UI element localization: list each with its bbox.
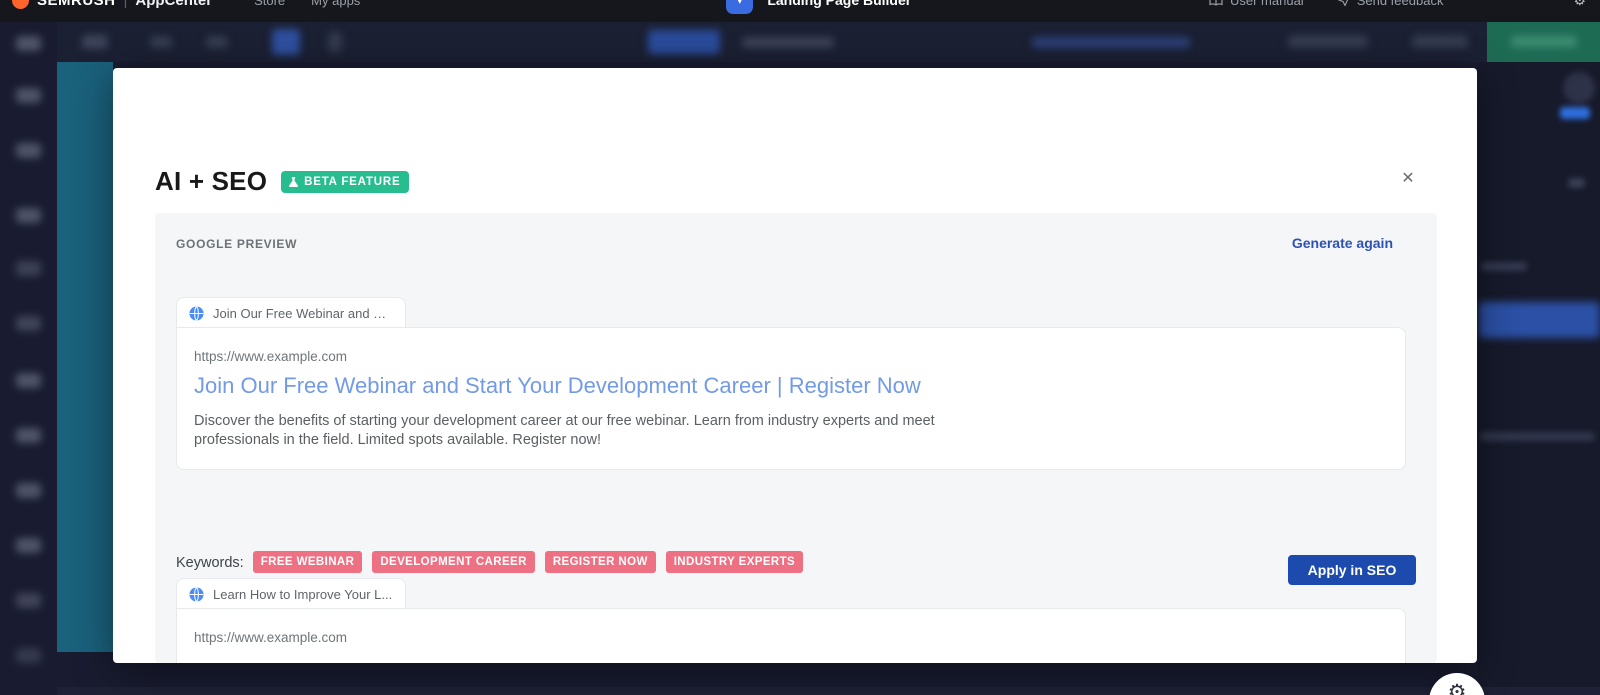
beta-feature-label: BETA FEATURE bbox=[304, 175, 401, 188]
sidebar-icon-blurred bbox=[16, 261, 41, 276]
app-chip: ▾ Landing Page Builder bbox=[726, 0, 911, 14]
ai-seo-modal: AI + SEO BETA FEATURE ✕ The generated su… bbox=[113, 68, 1477, 663]
sidebar-icon-blurred bbox=[16, 208, 41, 223]
generate-again-button[interactable]: Generate again bbox=[1292, 235, 1393, 251]
sidebar-icon-blurred bbox=[16, 88, 41, 103]
result-url: https://www.example.com bbox=[194, 349, 348, 364]
keywords-label: Keywords: bbox=[176, 555, 244, 571]
sidebar-icon-blurred bbox=[16, 316, 41, 331]
toolbar-icon-blurred bbox=[206, 36, 228, 48]
result-title-link[interactable]: Join Our Free Webinar and Start Your Dev… bbox=[194, 373, 1388, 399]
toolbar-link-blurred bbox=[1032, 37, 1190, 48]
semrush-logo-icon bbox=[12, 0, 29, 9]
toolbar-active-tool-blurred bbox=[272, 29, 300, 55]
settings-gear-icon[interactable]: ⚙ bbox=[1573, 0, 1586, 9]
flask-icon bbox=[289, 176, 299, 187]
send-feedback-link[interactable]: Send feedback bbox=[1338, 0, 1444, 8]
user-manual-label: User manual bbox=[1230, 0, 1304, 8]
app-window: SEMRUSH | AppCenter Store My apps ▾ Land… bbox=[0, 0, 1600, 695]
new-page-button-blurred bbox=[648, 30, 720, 54]
publish-button-blurred bbox=[1487, 22, 1600, 62]
suggestion-tab-title: Join Our Free Webinar and St... bbox=[213, 305, 393, 321]
apply-in-seo-button[interactable]: Apply in SEO bbox=[1288, 555, 1416, 585]
sidebar-icon-blurred bbox=[16, 373, 41, 388]
gear-icon: ⚙ bbox=[1447, 681, 1467, 695]
globe-favicon bbox=[189, 305, 204, 321]
bottom-edge-strip bbox=[57, 687, 1600, 695]
right-settings-panel-blurred bbox=[1477, 62, 1600, 695]
suggestion-tab[interactable]: Learn How to Improve Your L... bbox=[176, 578, 406, 609]
sidebar-icon-blurred bbox=[16, 143, 41, 158]
toolbar-text-blurred bbox=[742, 37, 834, 48]
sidebar-icon-blurred bbox=[16, 648, 41, 663]
app-title: Landing Page Builder bbox=[767, 0, 912, 8]
close-icon[interactable]: ✕ bbox=[1397, 168, 1419, 190]
nav-my-apps[interactable]: My apps bbox=[311, 0, 360, 8]
toolbar-icon-blurred bbox=[328, 32, 342, 52]
brand-name: SEMRUSH bbox=[37, 0, 116, 9]
brand-suite: AppCenter bbox=[135, 0, 213, 9]
globe-favicon bbox=[189, 586, 204, 602]
sidebar-icon-blurred bbox=[16, 593, 41, 608]
sidebar-icon-blurred bbox=[16, 36, 41, 51]
landing-page-canvas-edge bbox=[57, 62, 113, 652]
modal-title: AI + SEO bbox=[155, 166, 268, 196]
keyword-badge: DEVELOPMENT CAREER bbox=[372, 551, 535, 573]
nav-store[interactable]: Store bbox=[254, 0, 285, 8]
builder-toolbar-blurred bbox=[0, 22, 1600, 62]
left-icon-sidebar bbox=[0, 22, 57, 695]
send-feedback-label: Send feedback bbox=[1356, 0, 1444, 8]
panel-toggle-blurred bbox=[1560, 107, 1590, 119]
suggestion-tab[interactable]: Join Our Free Webinar and St... bbox=[176, 297, 406, 328]
preview-button-blurred bbox=[1288, 35, 1368, 48]
paper-plane-icon bbox=[1338, 0, 1348, 6]
panel-icon-blurred bbox=[1568, 178, 1585, 188]
google-preview-label: GOOGLE PREVIEW bbox=[176, 237, 298, 251]
panel-label-blurred bbox=[1481, 262, 1527, 271]
toolbar-icon-blurred bbox=[82, 35, 108, 49]
top-app-bar: SEMRUSH | AppCenter Store My apps ▾ Land… bbox=[0, 0, 1600, 22]
toolbar-icon-blurred bbox=[150, 36, 172, 48]
google-result-card: https://www.example.com bbox=[176, 608, 1406, 663]
keyword-badge: REGISTER NOW bbox=[544, 551, 656, 573]
beta-feature-badge: BETA FEATURE bbox=[281, 170, 410, 193]
save-button-blurred bbox=[1412, 35, 1468, 48]
panel-label-blurred bbox=[1480, 432, 1595, 441]
keyword-badge: FREE WEBINAR bbox=[252, 551, 363, 573]
google-result-card: https://www.example.com Join Our Free We… bbox=[176, 327, 1406, 470]
brand-divider: | bbox=[123, 0, 128, 9]
sidebar-icon-blurred bbox=[16, 428, 41, 443]
google-preview-panel: GOOGLE PREVIEW Generate again Join Our F… bbox=[155, 213, 1437, 663]
landing-page-builder-icon: ▾ bbox=[726, 0, 754, 14]
keyword-badge: INDUSTRY EXPERTS bbox=[665, 551, 804, 573]
panel-primary-button-blurred bbox=[1479, 302, 1600, 338]
sidebar-icon-blurred bbox=[16, 538, 41, 553]
result-description: Discover the benefits of starting your d… bbox=[194, 413, 935, 449]
user-manual-link[interactable]: User manual bbox=[1209, 0, 1304, 8]
suggestion-tab-title: Learn How to Improve Your L... bbox=[213, 586, 393, 602]
panel-circle-button-blurred bbox=[1563, 72, 1595, 104]
result-url: https://www.example.com bbox=[194, 630, 348, 645]
sidebar-icon-blurred bbox=[16, 483, 41, 498]
book-icon bbox=[1209, 0, 1223, 6]
